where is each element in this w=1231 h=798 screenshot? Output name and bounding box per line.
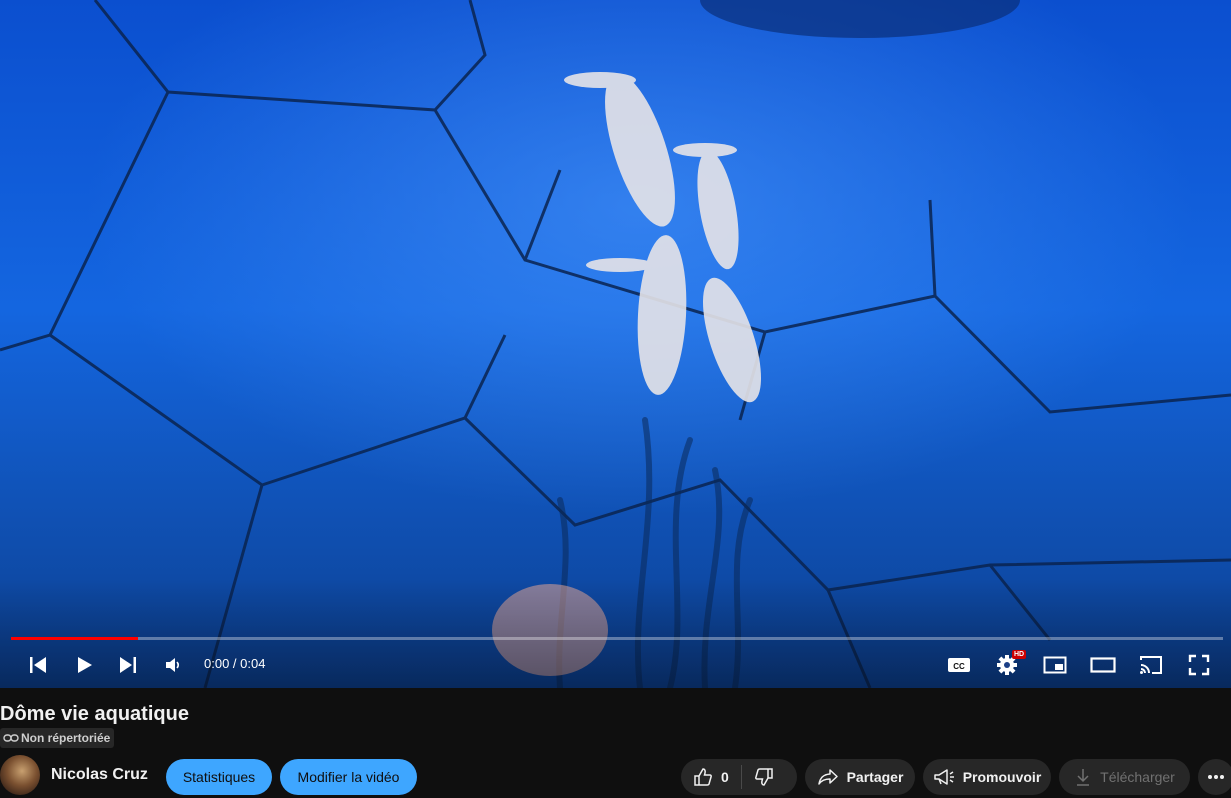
play-icon bbox=[78, 657, 92, 673]
share-label: Partager bbox=[846, 769, 904, 785]
time-display: 0:00 / 0:04 bbox=[204, 656, 266, 671]
fullscreen-button[interactable] bbox=[1185, 648, 1213, 682]
edit-video-button[interactable]: Modifier la vidéo bbox=[280, 759, 417, 795]
edit-video-label: Modifier la vidéo bbox=[297, 769, 400, 785]
video-player[interactable]: 0:00 / 0:04 CC HD bbox=[0, 0, 1231, 688]
like-divider bbox=[740, 765, 742, 789]
closed-captions-icon: CC bbox=[948, 658, 970, 672]
promote-button[interactable]: Promouvoir bbox=[923, 759, 1051, 795]
download-icon bbox=[1077, 769, 1090, 786]
promote-icon-wrap bbox=[933, 767, 955, 787]
download-icon-wrap bbox=[1074, 767, 1092, 787]
theater-mode-button[interactable] bbox=[1088, 648, 1118, 682]
privacy-label: Non répertoriée bbox=[21, 731, 111, 745]
subtitles-button[interactable]: CC bbox=[945, 648, 973, 682]
download-button[interactable]: Télécharger bbox=[1059, 759, 1190, 795]
channel-avatar[interactable] bbox=[0, 755, 40, 795]
skip-next-icon bbox=[120, 657, 136, 673]
download-label: Télécharger bbox=[1100, 769, 1175, 785]
share-button[interactable]: Partager bbox=[805, 759, 915, 795]
cast-icon bbox=[1140, 656, 1162, 674]
theater-mode-icon bbox=[1090, 657, 1116, 673]
play-button[interactable] bbox=[70, 648, 98, 682]
volume-icon bbox=[166, 658, 180, 672]
megaphone-icon bbox=[933, 769, 954, 785]
more-actions-button[interactable] bbox=[1198, 759, 1231, 795]
like-button[interactable] bbox=[693, 767, 713, 787]
like-dislike-group: 0 bbox=[681, 759, 797, 795]
next-button[interactable] bbox=[114, 648, 142, 682]
share-icon bbox=[817, 769, 838, 785]
channel-name[interactable]: Nicolas Cruz bbox=[51, 766, 148, 784]
link-icon bbox=[3, 734, 19, 742]
promote-label: Promouvoir bbox=[962, 769, 1042, 785]
progress-played bbox=[11, 637, 139, 640]
like-count: 0 bbox=[721, 769, 729, 785]
thumbs-down-icon bbox=[754, 768, 773, 786]
skip-previous-icon bbox=[30, 657, 46, 673]
cast-button[interactable] bbox=[1137, 648, 1165, 682]
miniplayer-button[interactable] bbox=[1041, 648, 1069, 682]
mute-button[interactable] bbox=[160, 648, 186, 682]
progress-bar[interactable] bbox=[11, 637, 1223, 640]
hd-badge: HD bbox=[1012, 650, 1027, 659]
svg-text:CC: CC bbox=[953, 662, 965, 671]
miniplayer-icon bbox=[1043, 656, 1067, 674]
privacy-badge: Non répertoriée bbox=[0, 728, 115, 748]
more-horizontal-icon bbox=[1208, 775, 1224, 779]
thumbs-up-icon bbox=[694, 768, 712, 786]
share-icon-wrap bbox=[817, 768, 839, 786]
statistics-label: Statistiques bbox=[182, 769, 256, 785]
fullscreen-icon bbox=[1188, 654, 1210, 676]
statistics-button[interactable]: Statistiques bbox=[166, 759, 272, 795]
video-title: Dôme vie aquatique bbox=[0, 703, 189, 725]
dislike-button[interactable] bbox=[754, 767, 774, 787]
previous-button[interactable] bbox=[24, 648, 52, 682]
